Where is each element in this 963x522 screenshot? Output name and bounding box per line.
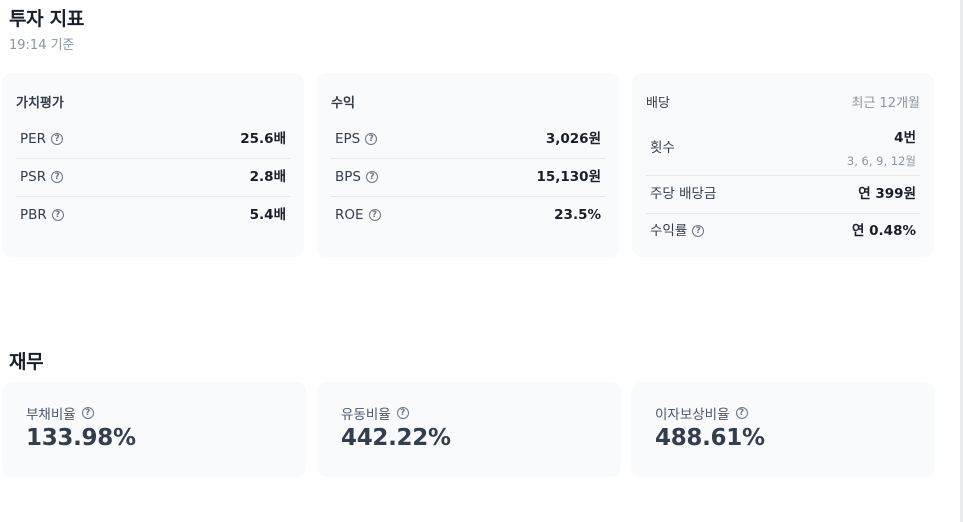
help-icon[interactable]: ?	[365, 133, 378, 145]
metric-row-per: PER? 25.6배	[16, 120, 290, 159]
finance-card-interest-coverage: 이자보상비율? 488.61%	[631, 382, 935, 477]
help-icon[interactable]: ?	[51, 133, 64, 145]
help-icon[interactable]: ?	[692, 225, 705, 237]
metric-value: 연 399원	[858, 186, 916, 202]
metric-label: PBR	[20, 207, 47, 223]
finance-label: 유동비율	[341, 407, 391, 423]
finance-card-debt-ratio: 부채비율? 133.98%	[2, 382, 306, 477]
metric-row-dps: 주당 배당금 연 399원	[646, 175, 920, 214]
metric-value: 3,026원	[545, 131, 601, 147]
finance-card-current-ratio: 유동비율? 442.22%	[317, 382, 621, 477]
finance-value: 133.98%	[26, 425, 136, 451]
dividend-period: 최근 12개월	[851, 96, 920, 111]
valuation-title: 가치평가	[16, 96, 64, 111]
metric-row-yield: 수익률? 연 0.48%	[646, 212, 920, 250]
metric-label: 수익률	[650, 223, 688, 239]
help-icon[interactable]: ?	[81, 407, 94, 419]
help-icon[interactable]: ?	[51, 171, 64, 183]
metric-label: 주당 배당금	[650, 186, 717, 202]
finance-label: 부채비율	[26, 407, 76, 423]
metric-value: 2.8배	[249, 169, 286, 185]
finance-label: 이자보상비율	[655, 407, 730, 423]
metric-row-count: 횟수 4번 3, 6, 9, 12월	[646, 121, 920, 176]
metric-label: BPS	[335, 169, 361, 185]
help-icon[interactable]: ?	[735, 407, 748, 419]
help-icon[interactable]: ?	[51, 209, 64, 221]
metric-value: 연 0.48%	[852, 223, 916, 239]
metric-label: PER	[20, 131, 47, 147]
dividend-card: 배당 최근 12개월 횟수 4번 3, 6, 9, 12월 주당 배당금 연 3…	[632, 73, 934, 257]
metric-row-pbr: PBR? 5.4배	[16, 196, 290, 234]
help-icon[interactable]: ?	[368, 209, 381, 221]
section-title-investment: 투자 지표	[9, 8, 85, 30]
metric-label: 횟수	[650, 140, 675, 156]
metric-value: 4번	[894, 130, 916, 146]
profit-title: 수익	[331, 96, 355, 111]
metric-value: 5.4배	[249, 207, 286, 223]
dividend-months: 3, 6, 9, 12월	[846, 154, 916, 168]
metric-label: PSR	[20, 169, 47, 185]
metric-value: 25.6배	[240, 131, 286, 147]
section-title-finance: 재무	[9, 351, 44, 373]
valuation-card: 가치평가 PER? 25.6배 PSR? 2.8배 PBR? 5.4배	[2, 73, 304, 257]
metric-value: 23.5%	[554, 207, 601, 223]
dividend-title: 배당	[646, 96, 670, 111]
metric-value: 15,130원	[536, 169, 601, 185]
timestamp: 19:14 기준	[9, 38, 75, 53]
metric-row-eps: EPS? 3,026원	[331, 120, 605, 159]
help-icon[interactable]: ?	[396, 407, 409, 419]
metric-row-roe: ROE? 23.5%	[331, 196, 605, 234]
help-icon[interactable]: ?	[365, 171, 378, 183]
metric-row-psr: PSR? 2.8배	[16, 158, 290, 197]
finance-value: 488.61%	[655, 425, 765, 451]
metric-label: EPS	[335, 131, 361, 147]
finance-value: 442.22%	[341, 425, 451, 451]
profit-card: 수익 EPS? 3,026원 BPS? 15,130원 ROE? 23.5%	[317, 73, 619, 257]
metric-row-bps: BPS? 15,130원	[331, 158, 605, 197]
metric-label: ROE	[335, 207, 364, 223]
